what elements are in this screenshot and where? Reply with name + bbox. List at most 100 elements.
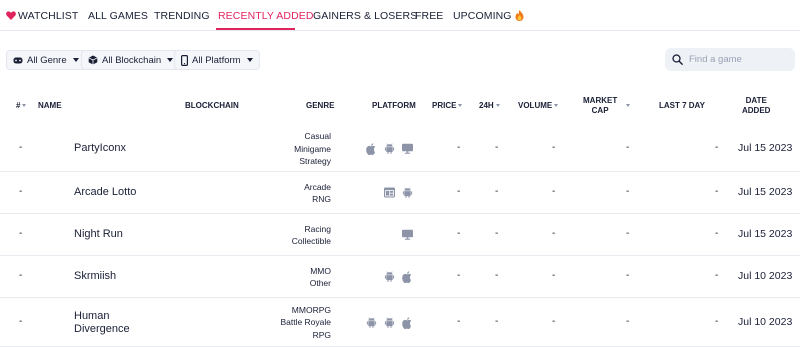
volume-cell: - xyxy=(552,315,556,327)
genre-tag: Collectible xyxy=(291,236,331,246)
game-name-line: Skrmiish xyxy=(74,270,117,282)
tab-label: RECENTLY ADDED xyxy=(218,10,314,22)
genre-filter[interactable]: All Genre xyxy=(6,50,86,70)
date-added-cell: Jul 15 2023 xyxy=(738,228,793,240)
tab-trending[interactable]: TRENDING xyxy=(154,10,210,22)
genre-tag: Other xyxy=(309,278,331,288)
col-market-cap-label-1: MARKET xyxy=(583,96,618,105)
tab-watchlist[interactable]: WATCHLIST xyxy=(6,10,78,22)
table-row[interactable]: - Skrmiish MMO Other - - - - - Jul 10 2023 xyxy=(0,256,800,298)
genre-cell: Casual Minigame Strategy xyxy=(294,130,331,168)
price-cell: - xyxy=(457,142,461,153)
genre-cell: MMO Other xyxy=(310,265,331,290)
volume-cell: - xyxy=(552,186,556,197)
caret-down-icon xyxy=(246,58,253,62)
tab-recently-added[interactable]: RECENTLY ADDED xyxy=(218,10,314,22)
col-date-added-label-2: ADDED xyxy=(742,106,771,115)
genre-tag: Casual xyxy=(304,131,331,142)
game-name[interactable]: Night Run xyxy=(74,228,123,241)
blockchain-filter-label: All Blockchain xyxy=(102,54,162,66)
android-icon xyxy=(365,316,378,329)
platform-filter-label: All Platform xyxy=(192,54,241,66)
col-genre-label: GENRE xyxy=(306,101,335,110)
table-row[interactable]: - Arcade Lotto Arcade RNG - - - - - Jul 15 2023 xyxy=(0,172,800,214)
col-date-added-header[interactable]: DATE ADDED xyxy=(742,96,770,116)
col-name-label: NAME xyxy=(38,101,62,110)
sort-icon xyxy=(554,104,559,107)
market-cap-cell: - xyxy=(626,315,630,327)
table-row[interactable]: - PartyIconx Casual Minigame Strategy - - - - - Ju… xyxy=(0,126,800,172)
blockchain-filter[interactable]: All Blockchain xyxy=(81,50,181,70)
rank-cell: - xyxy=(19,228,23,239)
col-rank-header[interactable]: # xyxy=(16,101,27,111)
platform-icons xyxy=(383,270,414,283)
genre-cell: Arcade RNG xyxy=(304,181,331,206)
tab-label: GAINERS & LOSERS xyxy=(313,10,418,22)
tab-label: WATCHLIST xyxy=(18,10,79,22)
price-cell: - xyxy=(457,186,461,197)
game-name[interactable]: Skrmiish xyxy=(74,270,116,283)
rank-cell: - xyxy=(19,270,23,281)
tab-label: TRENDING xyxy=(154,10,210,22)
genre-tag: Arcade xyxy=(304,181,331,192)
col-volume-header[interactable]: VOLUME xyxy=(518,101,559,111)
desktop-icon xyxy=(401,228,414,241)
genre-cell: MMORPG Battle Royale RPG xyxy=(280,304,331,342)
tab-all-games[interactable]: ALL GAMES xyxy=(88,10,148,22)
price-cell: - xyxy=(457,228,461,239)
search-icon xyxy=(672,54,683,65)
market-cap-cell: - xyxy=(626,142,630,153)
platform-icons xyxy=(383,186,414,199)
sort-icon xyxy=(458,104,463,107)
col-name-header: NAME xyxy=(38,101,62,111)
platform-icons xyxy=(365,142,414,155)
desktop-icon xyxy=(401,142,414,155)
date-added-cell: Jul 10 2023 xyxy=(738,315,793,328)
platform-icons xyxy=(365,316,414,329)
last7-cell: - xyxy=(715,315,719,327)
genre-tag: RNG xyxy=(312,194,331,204)
genre-tag: MMO xyxy=(310,265,331,276)
col-market-cap-label-2: CAP xyxy=(591,106,609,115)
table-row[interactable]: - Human Divergence MMORPG Battle Royale RPG - -… xyxy=(0,298,800,347)
tab-upcoming[interactable]: UPCOMING xyxy=(453,10,524,22)
col-blockchain-header: BLOCKCHAIN xyxy=(185,101,239,111)
android-icon xyxy=(383,270,396,283)
apple-icon xyxy=(365,142,378,155)
col-blockchain-label: BLOCKCHAIN xyxy=(185,101,239,110)
apple-icon xyxy=(401,316,414,329)
android-icon xyxy=(383,316,396,329)
table-row[interactable]: - Night Run Racing Collectible - - - - - Jul 15 2… xyxy=(0,214,800,256)
tab-gainers-losers[interactable]: GAINERS & LOSERS xyxy=(313,10,417,22)
last7-cell: - xyxy=(715,186,719,197)
change-24h-cell: - xyxy=(495,186,499,197)
game-name-line: Human xyxy=(74,309,110,322)
col-platform-header: PLATFORM xyxy=(372,101,416,111)
search-input[interactable] xyxy=(689,54,789,65)
game-name[interactable]: PartyIconx xyxy=(74,142,126,155)
price-cell: - xyxy=(457,270,461,281)
game-name[interactable]: Human Divergence xyxy=(74,310,130,336)
caret-down-icon xyxy=(167,58,174,62)
col-price-header[interactable]: PRICE xyxy=(432,101,463,111)
platform-icons xyxy=(401,228,414,241)
price-cell: - xyxy=(457,315,461,327)
game-name-line: Divergence xyxy=(74,322,130,335)
heart-icon xyxy=(6,11,16,20)
col-24h-header[interactable]: 24H xyxy=(479,101,500,111)
genre-cell: Racing Collectible xyxy=(292,223,331,248)
tab-free[interactable]: FREE xyxy=(415,10,443,22)
platform-filter[interactable]: All Platform xyxy=(174,50,260,70)
game-name-line: Arcade Lotto xyxy=(74,186,137,198)
genre-tag: Racing xyxy=(304,223,331,234)
rank-cell: - xyxy=(19,186,23,197)
last7-cell: - xyxy=(715,228,719,239)
col-price-label: PRICE xyxy=(432,101,457,110)
col-market-cap-header[interactable]: MARKET CAP xyxy=(583,96,617,116)
volume-cell: - xyxy=(552,228,556,239)
col-date-added-label-1: DATE xyxy=(745,96,767,105)
col-platform-label: PLATFORM xyxy=(372,101,416,110)
game-name[interactable]: Arcade Lotto xyxy=(74,186,136,199)
col-rank-label: # xyxy=(16,101,21,110)
game-search[interactable] xyxy=(665,48,795,71)
